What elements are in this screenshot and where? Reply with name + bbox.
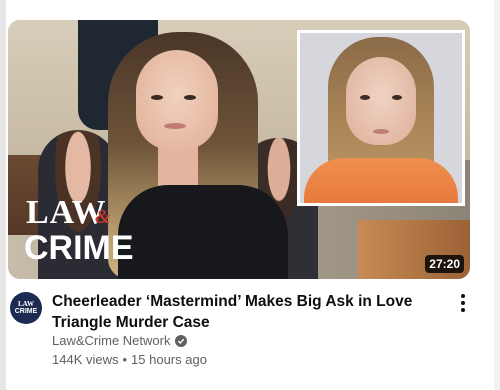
subject-eye: [151, 95, 163, 100]
left-edge-strip: [0, 0, 6, 390]
mugshot-orange-shirt: [304, 158, 458, 203]
channel-avatar[interactable]: LAW CRIME: [10, 292, 42, 324]
subject-eye: [184, 95, 196, 100]
subject-body: [118, 185, 288, 279]
mugshot-eye: [392, 95, 402, 100]
mugshot-eye: [360, 95, 370, 100]
check-circle-icon: [175, 334, 188, 347]
right-edge-strip: [494, 0, 500, 390]
subject-face: [136, 50, 218, 150]
video-thumbnail[interactable]: LAW & CRIME 27:20: [8, 20, 470, 279]
upload-age: 15 hours ago: [131, 352, 207, 367]
more-vert-icon[interactable]: [455, 292, 471, 314]
view-count: 144K views: [52, 352, 119, 367]
channel-logo-crime: CRIME: [24, 229, 134, 267]
video-metadata: 144K views • 15 hours ago: [52, 352, 207, 367]
avatar-text-law: LAW: [18, 300, 34, 308]
kebab-dot: [461, 294, 465, 298]
subject-lips: [164, 123, 186, 129]
kebab-dot: [461, 301, 465, 305]
channel-name: Law&Crime Network: [52, 333, 171, 348]
channel-link[interactable]: Law&Crime Network: [52, 333, 188, 348]
duration-badge: 27:20: [425, 255, 464, 273]
meta-separator: •: [122, 352, 128, 367]
avatar-text-crime: CRIME: [14, 308, 38, 315]
channel-logo-ampersand: &: [95, 206, 111, 228]
mugshot-lips: [373, 129, 389, 134]
video-title[interactable]: Cheerleader ‘Mastermind’ Makes Big Ask i…: [52, 291, 436, 333]
kebab-dot: [461, 308, 465, 312]
mugshot-inset: [297, 30, 465, 206]
